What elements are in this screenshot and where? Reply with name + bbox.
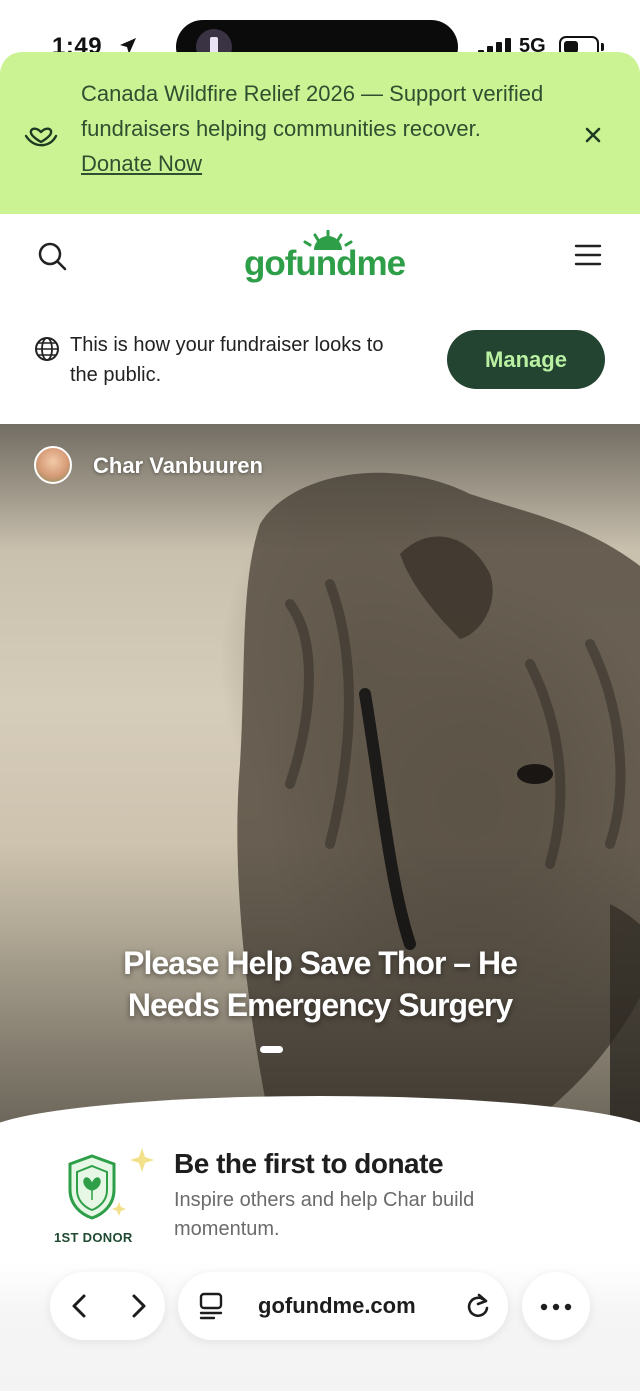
shield-badge-icon [68,1148,154,1220]
first-donor-card: 1ST DONOR Be the first to donate Inspire… [0,1124,640,1274]
first-donor-label: 1ST DONOR [54,1230,133,1245]
organizer-name: Char Vanbuuren [93,453,263,478]
search-icon[interactable] [36,240,70,274]
fundraiser-title: Please Help Save Thor – He Needs Emergen… [123,945,518,1023]
banner-message: Canada Wildfire Relief 2026 — Support ve… [81,76,551,181]
close-icon[interactable] [580,122,606,148]
reader-tabs-icon[interactable] [198,1292,224,1320]
more-icon[interactable] [540,1303,572,1311]
address-bar[interactable]: gofundme.com [178,1272,508,1340]
manage-button[interactable]: Manage [447,330,605,389]
chevron-right-icon[interactable] [124,1292,152,1320]
site-header: gofundme [0,214,640,304]
logo-text: gofundme [244,244,406,283]
avatar [34,446,72,484]
hamburger-menu-icon[interactable] [574,242,602,268]
url-text[interactable]: gofundme.com [258,1293,416,1319]
reload-icon[interactable] [464,1292,492,1320]
first-donor-title: Be the first to donate [174,1148,444,1179]
more-options-pill[interactable] [522,1272,590,1340]
globe-icon [35,337,59,361]
fundraiser-hero-image[interactable]: Char Vanbuuren Please Help Save Thor – H… [0,424,640,1124]
first-donor-subtitle: Inspire others and help Char build momen… [174,1189,475,1240]
battery-cap [601,43,604,51]
chevron-left-icon[interactable] [66,1292,94,1320]
heart-hand-icon [24,127,58,147]
notice-text: This is how your fundraiser looks to the… [70,334,384,386]
donate-now-link[interactable]: Donate Now [81,151,202,176]
browser-toolbar: gofundme.com [0,1262,640,1391]
preview-notice: This is how your fundraiser looks to the… [0,304,640,424]
carousel-indicator [260,1046,283,1053]
history-nav-pill [50,1272,165,1340]
banner-text: Canada Wildfire Relief 2026 — Support ve… [81,81,544,141]
gofundme-logo[interactable]: gofundme [244,230,406,290]
announcement-banner: Canada Wildfire Relief 2026 — Support ve… [0,52,640,214]
